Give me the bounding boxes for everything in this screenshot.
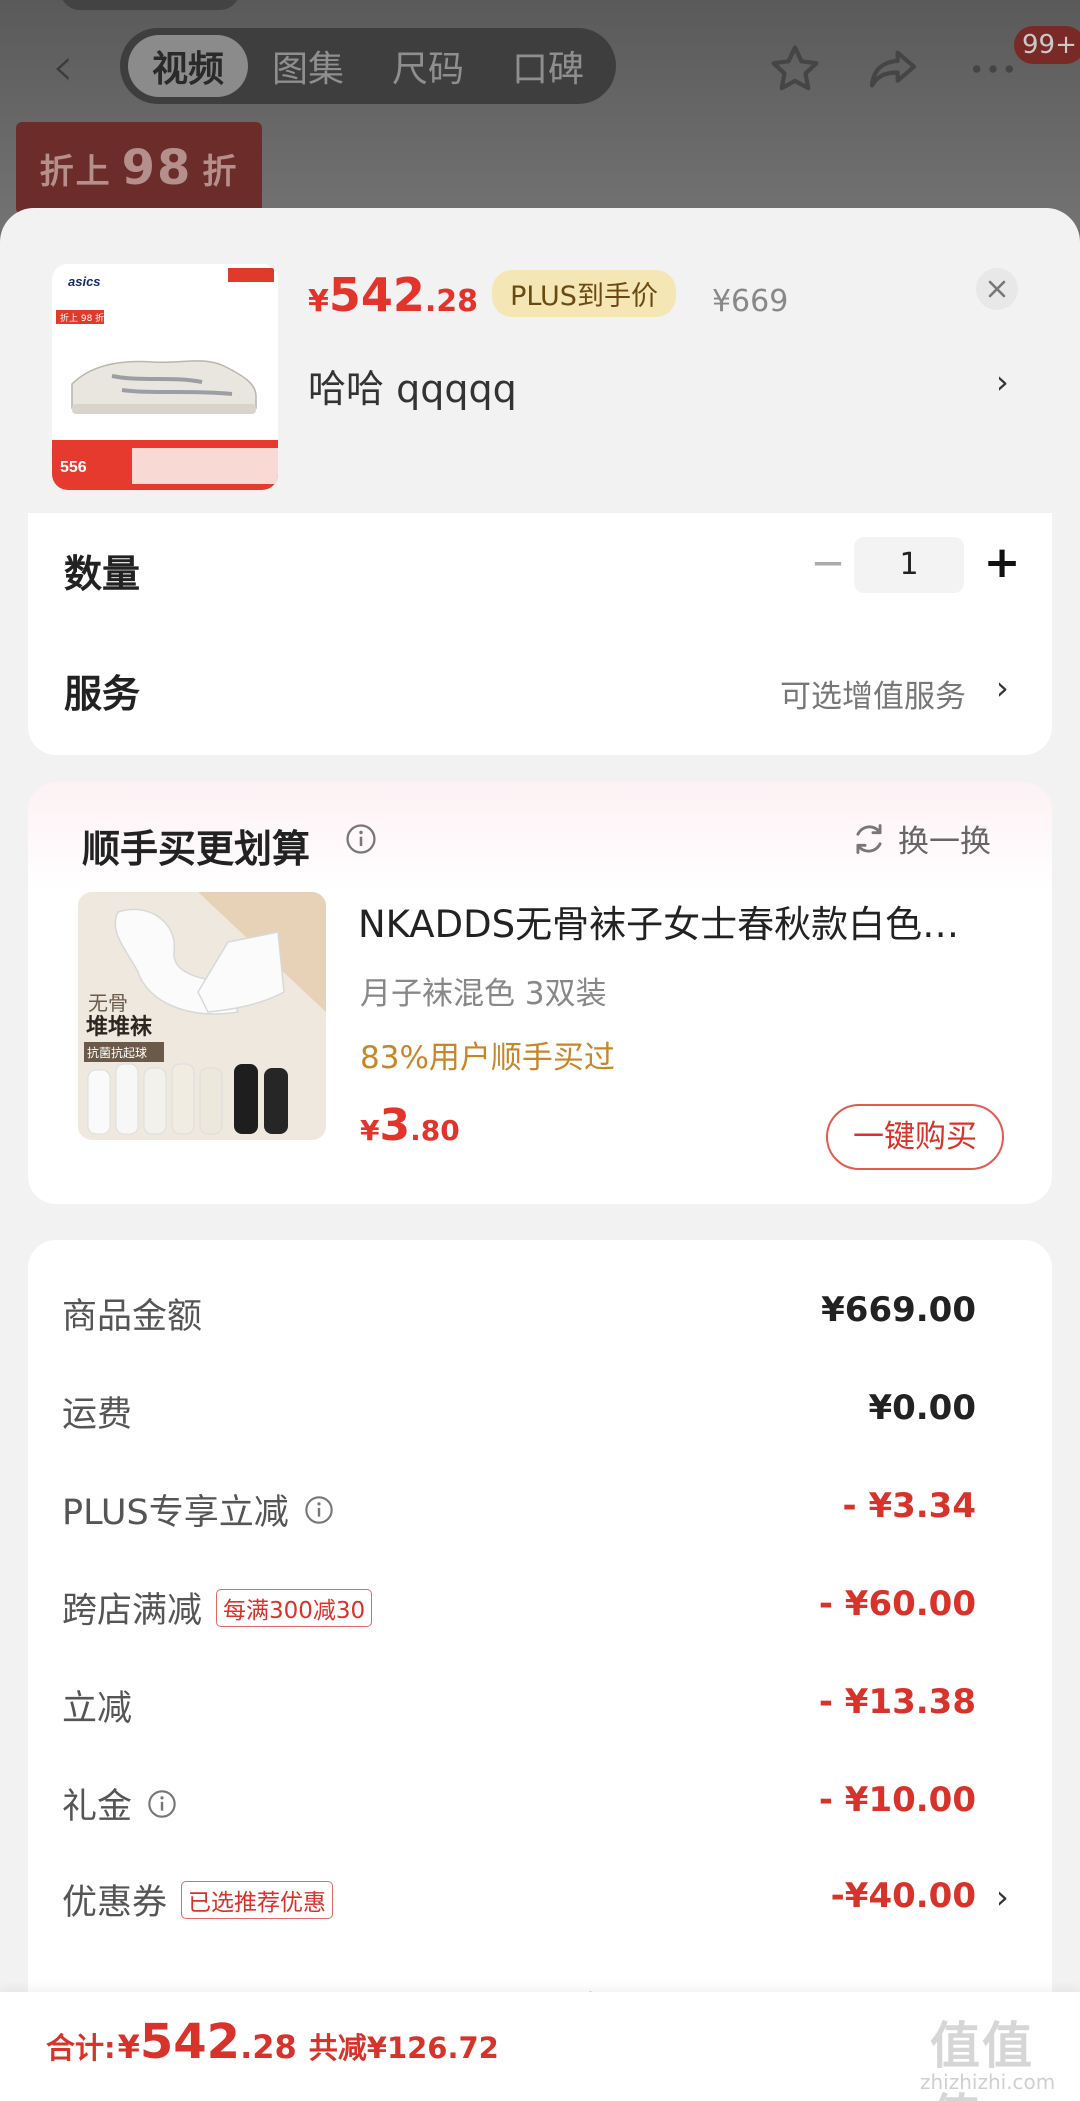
variant-selector[interactable]: 哈哈 qqqqq bbox=[308, 358, 517, 413]
purchase-sheet: asics 折上 98 折 556 ¥ 542 .28 PLUS到手价 ¥669… bbox=[0, 208, 1080, 2101]
fee-row-gift: 礼金 - ¥10.00 bbox=[28, 1768, 1052, 1838]
recommend-card: 顺手买更划算 换一换 无骨 堆堆袜 抗菌抗起球 NKADDS无骨袜子女士春秋款白… bbox=[28, 782, 1052, 1204]
chevron-right-icon[interactable]: › bbox=[996, 363, 1009, 401]
fee-tag: 已选推荐优惠 bbox=[181, 1880, 334, 1919]
fee-value: - ¥10.00 bbox=[818, 1780, 976, 1820]
total-bar: 合计: ¥ 542 .28 共减¥126.72 值值值 zhizhizhi.co… bbox=[0, 1992, 1080, 2101]
info-icon[interactable] bbox=[303, 1494, 335, 1526]
price-symbol: ¥ bbox=[308, 284, 329, 319]
discount-prefix: 折上 bbox=[39, 151, 112, 192]
price-decimal: .28 bbox=[424, 284, 479, 319]
recommend-price-symbol: ¥ bbox=[360, 1114, 380, 1147]
decrease-quantity-button[interactable]: − bbox=[802, 537, 854, 589]
price-row: ¥ 542 .28 PLUS到手价 ¥669 bbox=[308, 268, 788, 328]
tab-size[interactable]: 尺码 bbox=[368, 35, 488, 97]
product-page-overlay[interactable]: ‹ 视频 图集 尺码 口碑 99+ 折上 98 折 bbox=[0, 0, 1080, 230]
discount-suffix: 折 bbox=[202, 151, 239, 192]
total-integer: 542 bbox=[139, 2014, 241, 2070]
fee-label: 跨店满减 bbox=[62, 1591, 203, 1631]
fee-value: - ¥13.38 bbox=[818, 1682, 976, 1722]
discount-value: 98 bbox=[121, 140, 193, 196]
recommend-title: 顺手买更划算 bbox=[82, 827, 311, 871]
fee-row-goods: 商品金额 ¥669.00 bbox=[28, 1278, 1052, 1348]
checkout-page: ‹ 视频 图集 尺码 口碑 99+ 折上 98 折 asics 折上 98 折 … bbox=[0, 0, 1080, 2101]
close-icon[interactable] bbox=[976, 268, 1018, 310]
fee-label: 商品金额 bbox=[62, 1297, 203, 1337]
fee-row-cross-store: 跨店满减 每满300减30 - ¥60.00 bbox=[28, 1572, 1052, 1642]
fee-row-plus: PLUS专享立减 - ¥3.34 bbox=[28, 1474, 1052, 1544]
fee-row-shipping: 运费 ¥0.00 bbox=[28, 1376, 1052, 1446]
service-label: 服务 bbox=[64, 672, 141, 716]
star-icon[interactable] bbox=[760, 34, 830, 104]
recommend-price-integer: 3 bbox=[379, 1100, 411, 1151]
fee-label: PLUS专享立减 bbox=[62, 1493, 289, 1533]
fee-label: 运费 bbox=[62, 1395, 133, 1435]
fee-row-instant: 立减 - ¥13.38 bbox=[28, 1670, 1052, 1740]
recommend-item-price: ¥ 3 .80 bbox=[360, 1100, 460, 1151]
refresh-label: 换一换 bbox=[898, 824, 991, 860]
chevron-right-icon[interactable]: › bbox=[996, 669, 1009, 707]
refresh-icon bbox=[856, 823, 882, 854]
quantity-input[interactable]: 1 bbox=[854, 537, 964, 593]
recommend-item-bought: 83%用户顺手买过 bbox=[360, 1040, 615, 1076]
chevron-right-icon[interactable]: › bbox=[996, 1878, 1009, 1916]
thumb-price-text: 556 bbox=[60, 459, 87, 476]
brand-logo-peek bbox=[60, 0, 240, 10]
fee-breakdown-card: 商品金额 ¥669.00 运费 ¥0.00 PLUS专享立减 - ¥3.34 跨… bbox=[28, 1240, 1052, 2101]
total-label: 合计: bbox=[46, 2031, 116, 2065]
service-hint[interactable]: 可选增值服务 bbox=[780, 671, 966, 716]
recommend-item-name[interactable]: NKADDS无骨袜子女士春秋款白色… bbox=[358, 894, 1018, 948]
price-integer: 542 bbox=[328, 268, 425, 322]
fee-label: 礼金 bbox=[62, 1787, 133, 1827]
media-tabbar: 视频 图集 尺码 口碑 bbox=[120, 28, 616, 104]
tab-gallery[interactable]: 图集 bbox=[248, 35, 368, 97]
thumb-text-2: 堆堆袜 bbox=[86, 1014, 152, 1040]
notification-badge: 99+ bbox=[1014, 26, 1080, 64]
recommend-item-spec: 月子袜混色 3双装 bbox=[360, 976, 607, 1012]
thumb-text-1: 无骨 bbox=[88, 991, 128, 1015]
info-icon[interactable] bbox=[146, 1788, 178, 1820]
back-icon[interactable]: ‹ bbox=[52, 40, 86, 94]
thumb-promo-text: 折上 98 折 bbox=[60, 312, 104, 324]
quantity-label: 数量 bbox=[64, 552, 141, 596]
refresh-button[interactable]: 换一换 bbox=[850, 816, 991, 861]
original-price: ¥669 bbox=[711, 284, 789, 319]
fee-value: -¥40.00 bbox=[830, 1876, 976, 1916]
fee-value: - ¥3.34 bbox=[842, 1486, 977, 1526]
share-icon[interactable] bbox=[858, 34, 928, 104]
total-decimal: .28 bbox=[240, 2028, 297, 2066]
total-summary: 合计: ¥ 542 .28 共减¥126.72 bbox=[46, 2014, 499, 2070]
recommend-price-decimal: .80 bbox=[410, 1114, 460, 1147]
increase-quantity-button[interactable]: + bbox=[976, 535, 1028, 591]
product-thumbnail[interactable]: asics 折上 98 折 556 bbox=[52, 264, 278, 490]
total-symbol: ¥ bbox=[117, 2028, 140, 2066]
tab-reviews[interactable]: 口碑 bbox=[488, 35, 608, 97]
total-saved: 共减¥126.72 bbox=[308, 2031, 499, 2065]
one-click-buy-button[interactable]: 一键购买 bbox=[826, 1104, 1004, 1170]
thumb-brand-text: asics bbox=[68, 274, 101, 289]
recommend-item-image[interactable]: 无骨 堆堆袜 抗菌抗起球 bbox=[78, 892, 326, 1140]
fee-row-coupon[interactable]: 优惠券 已选推荐优惠 -¥40.00 › bbox=[28, 1864, 1052, 1934]
plus-price-tag: PLUS到手价 bbox=[492, 270, 676, 317]
fee-tag: 每满300减30 bbox=[216, 1588, 373, 1627]
fee-value: - ¥60.00 bbox=[818, 1584, 976, 1624]
tab-video[interactable]: 视频 bbox=[128, 35, 248, 97]
watermark-sub: zhizhizhi.com bbox=[920, 2070, 1056, 2094]
info-icon[interactable] bbox=[344, 822, 378, 856]
options-card: 数量 − 1 + 服务 可选增值服务 › bbox=[28, 513, 1052, 755]
thumb-text-3: 抗菌抗起球 bbox=[87, 1045, 147, 1060]
fee-value: ¥669.00 bbox=[821, 1290, 976, 1330]
fee-label: 优惠券 bbox=[62, 1883, 168, 1923]
fee-label: 立减 bbox=[62, 1689, 133, 1729]
discount-banner: 折上 98 折 bbox=[16, 122, 262, 214]
fee-value: ¥0.00 bbox=[868, 1388, 976, 1428]
